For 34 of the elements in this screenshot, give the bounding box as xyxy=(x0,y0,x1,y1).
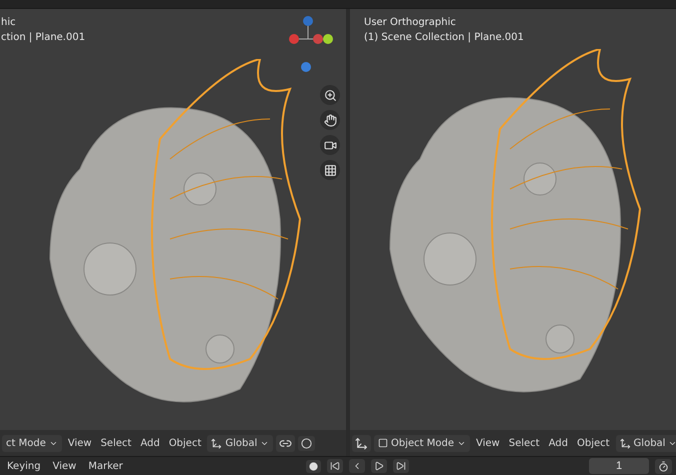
axes-icon xyxy=(620,438,631,448)
orientation-dropdown[interactable]: Global xyxy=(616,434,676,452)
menu-item[interactable]: View xyxy=(50,458,80,474)
camera-icon[interactable] xyxy=(320,135,340,155)
mode-dropdown[interactable]: ct Mode xyxy=(2,434,62,452)
link-icon[interactable] xyxy=(276,434,296,452)
stopwatch-icon[interactable] xyxy=(655,458,672,474)
menu-item[interactable]: View xyxy=(473,436,503,450)
zoom-icon[interactable] xyxy=(320,85,340,105)
menu-item[interactable]: Select xyxy=(98,436,134,450)
jump-start-icon[interactable] xyxy=(326,459,343,473)
record-icon[interactable] xyxy=(306,460,321,472)
menu-item[interactable]: Keying xyxy=(4,458,44,474)
mode-dropdown[interactable]: Object Mode xyxy=(374,434,470,452)
menu-item[interactable]: Add xyxy=(546,436,571,450)
menu-item[interactable]: Select xyxy=(506,436,543,450)
axes-icon xyxy=(211,438,222,448)
collection-label: ction | Plane.001 xyxy=(1,32,86,43)
collection-label: (1) Scene Collection | Plane.001 xyxy=(364,32,524,43)
hand-icon[interactable] xyxy=(320,110,340,130)
grid-icon[interactable] xyxy=(320,160,340,180)
square-icon xyxy=(378,438,388,448)
menu-item[interactable]: View xyxy=(64,436,95,450)
view-name: User Orthographic xyxy=(364,17,457,28)
play-icon[interactable] xyxy=(370,459,387,473)
jump-end-icon[interactable] xyxy=(392,459,409,473)
menu-item[interactable]: Object xyxy=(574,436,613,450)
menu-item[interactable]: Marker xyxy=(85,458,126,474)
view-name: hic xyxy=(1,17,17,28)
menu-item[interactable]: Add xyxy=(137,436,163,450)
menu-item[interactable]: Object xyxy=(166,436,204,450)
orientation-dropdown[interactable]: Global xyxy=(207,434,274,452)
play-reverse-icon[interactable] xyxy=(348,459,365,473)
frame-field[interactable]: 1 xyxy=(589,458,649,474)
